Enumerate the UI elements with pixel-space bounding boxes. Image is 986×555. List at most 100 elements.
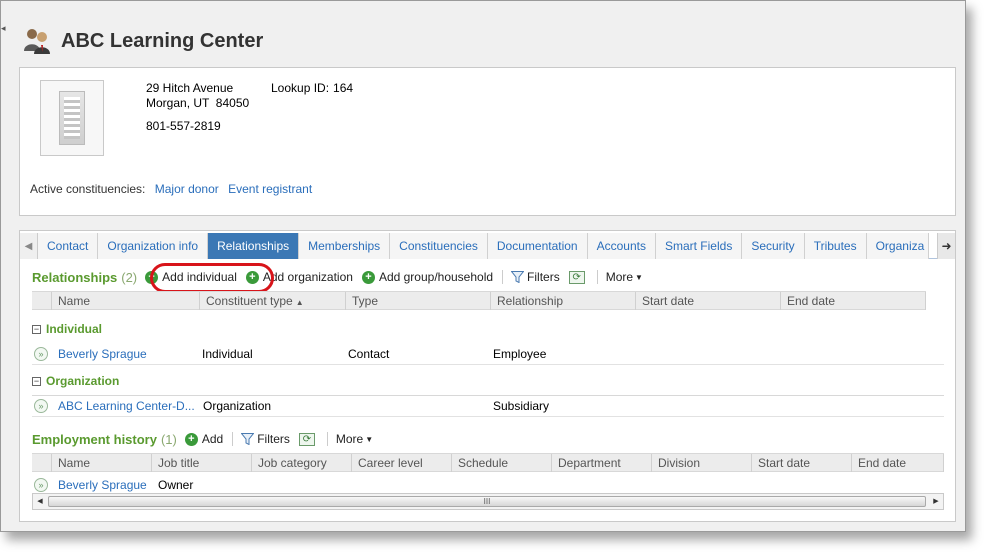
refresh-icon[interactable]: ⟳ [568,270,585,284]
tab-tributes[interactable]: Tributes [804,233,867,259]
expand-row-icon[interactable]: » [34,346,48,361]
tab-security[interactable]: Security [742,233,805,259]
page-title: ABC Learning Center [61,29,264,52]
tab-scroll-right-icon[interactable]: ➜ [937,233,955,259]
add-employment-button[interactable]: + Add [184,432,223,446]
address-line-1: 29 Hitch Avenue [146,81,234,95]
refresh-icon[interactable]: ⟳ [298,432,315,446]
tab-documentation[interactable]: Documentation [487,233,588,259]
employment-toolbar: Employment history (1) + Add Filters ⟳ Mo… [32,430,382,448]
add-group-household-button[interactable]: + Add group/household [361,270,494,284]
toolbar-separator [596,270,598,284]
plus-icon: + [245,270,259,284]
column-header-name[interactable]: Name [52,292,200,310]
constituent-type-cell: Individual [202,346,253,361]
relationship-cell: Employee [493,346,547,361]
scroll-right-icon[interactable]: ▶ [929,494,943,509]
column-header-career-level[interactable]: Career level [352,454,452,472]
collapse-icon[interactable]: − [32,376,41,386]
column-header-schedule[interactable]: Schedule [452,454,552,472]
add-individual-label: Add individual [162,270,237,284]
phone-number: 801-557-2819 [146,119,221,133]
constituency-link-event-registrant[interactable]: Event registrant [228,182,312,196]
filter-icon [241,433,255,445]
relationship-name-link[interactable]: ABC Learning Center-D... [58,399,203,413]
group-row-individual[interactable]: − Individual [32,320,102,338]
table-row[interactable]: » ABC Learning Center-D... Organization … [32,395,944,417]
chevron-down-icon: ▼ [635,272,643,282]
grid-header-spacer [32,292,52,310]
job-title-cell: Owner [158,478,194,492]
constituent-type-label: Constituent type [206,294,293,308]
employment-title: Employment history [32,431,157,447]
column-header-start-date[interactable]: Start date [752,454,852,472]
column-header-type[interactable]: Type [346,292,491,310]
lookup-label: Lookup ID: [271,81,330,95]
constituencies-label: Active constituencies: [30,182,146,196]
relationship-cell: Subsidiary [493,399,550,413]
scroll-left-icon[interactable]: ◀ [33,494,47,509]
collapse-icon[interactable]: − [32,324,41,334]
plus-icon: + [184,432,198,446]
column-header-division[interactable]: Division [652,454,752,472]
add-individual-button[interactable]: + Add individual [145,270,237,284]
building-icon [59,91,85,145]
column-header-department[interactable]: Department [552,454,652,472]
constituent-group-icon [21,25,53,57]
tab-memberships[interactable]: Memberships [299,233,391,259]
tab-contact[interactable]: Contact [38,233,99,259]
filters-button[interactable]: Filters [241,432,290,446]
more-label: More [605,270,634,284]
address-line-2: Morgan, UT 84050 [146,96,250,110]
plus-icon: + [361,270,375,284]
group-row-organization[interactable]: − Organization [32,372,119,390]
add-group-label: Add group/household [378,270,494,284]
column-header-end-date[interactable]: End date [852,454,944,472]
relationships-toolbar: Relationships (2) + Add individual + Add o… [32,263,652,293]
column-header-relationship[interactable]: Relationship [491,292,636,310]
tab-constituencies[interactable]: Constituencies [390,233,488,259]
tab-scroll-left-icon[interactable]: ◀ [20,233,38,259]
summary-panel: 29 Hitch Avenue Morgan, UT 84050 801-557… [19,67,956,216]
panel-collapse-handle[interactable]: ◂ [1,21,7,35]
employee-name-link[interactable]: Beverly Sprague [58,478,158,492]
add-organization-button[interactable]: + Add organization [245,270,353,284]
employment-count: (1) [160,431,177,447]
active-constituencies: Active constituencies: Major donor Event… [30,182,312,196]
horizontal-scrollbar[interactable]: ◀ III ▶ [32,493,944,510]
relationships-title: Relationships [32,269,118,285]
constituency-link-major-donor[interactable]: Major donor [155,182,219,196]
organization-image[interactable] [40,80,104,156]
column-header-start-date[interactable]: Start date [636,292,781,310]
more-menu-button[interactable]: More ▼ [606,270,643,284]
chevron-down-icon: ▼ [365,434,374,444]
filters-label: Filters [527,270,560,284]
toolbar-separator [232,432,234,446]
address-block: 29 Hitch Avenue Morgan, UT 84050 [146,81,249,111]
employment-grid-header: Name Job title Job category Career level… [32,453,944,472]
tab-organization-info[interactable]: Organization info [98,233,209,259]
relationship-name-link[interactable]: Beverly Sprague [58,347,202,361]
lookup-id: Lookup ID: 164 [271,81,353,95]
expand-row-icon[interactable]: » [34,399,48,413]
type-cell: Contact [348,346,390,361]
table-row[interactable]: » Beverly Sprague Individual Contact Emp… [32,343,944,365]
tab-organization-truncated[interactable]: Organiza [866,233,929,259]
more-menu-button[interactable]: More ▼ [336,432,373,446]
tab-accounts[interactable]: Accounts [587,233,656,259]
record-window: ◂ ABC Learning Center 29 Hitch Avenue Mo… [0,0,966,532]
tab-relationships[interactable]: Relationships [208,233,300,259]
tab-panel: ◀ Contact Organization info Relationship… [19,230,956,522]
relationships-count: (2) [121,269,138,285]
filters-button[interactable]: Filters [511,270,560,284]
tab-smart-fields[interactable]: Smart Fields [655,233,743,259]
column-header-constituent-type[interactable]: Constituent type ▲ [200,292,346,310]
constituent-type-cell: Organization [203,399,272,413]
column-header-job-category[interactable]: Job category [252,454,352,472]
column-header-job-title[interactable]: Job title [152,454,252,472]
column-header-end-date[interactable]: End date [781,292,926,310]
expand-row-icon[interactable]: » [34,478,48,492]
scrollbar-thumb[interactable]: III [48,496,926,507]
column-header-name[interactable]: Name [52,454,152,472]
group-label: Individual [46,322,103,336]
